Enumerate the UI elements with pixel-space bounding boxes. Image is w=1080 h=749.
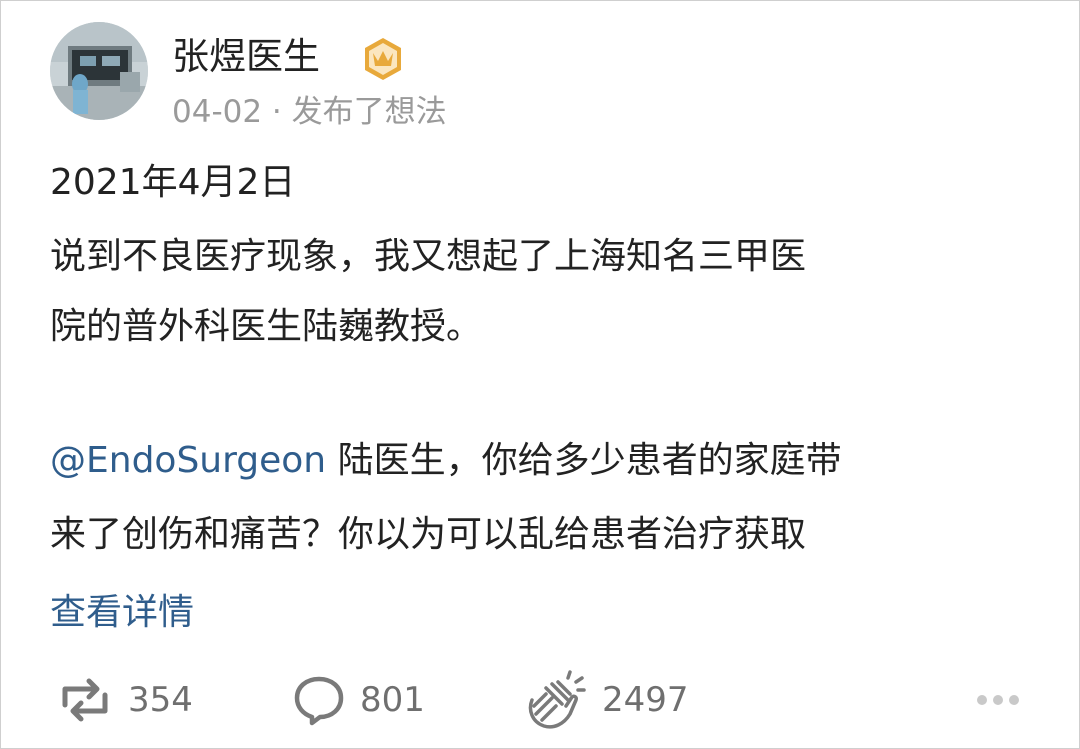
post-text-fragment: 陆医生，你给多少患者的家庭带 [326, 440, 842, 481]
repost-count: 354 [128, 680, 193, 720]
like-button[interactable]: 2497 [522, 670, 689, 729]
author-name[interactable]: 张煜医生 [172, 32, 320, 82]
post-text-line: 说到不良医疗现象，我又想起了上海知名三甲医 [50, 236, 807, 277]
comment-button[interactable]: 801 [292, 672, 425, 728]
post-meta: 04-02 · 发布了想法 [172, 94, 447, 130]
clapping-hands-icon [528, 670, 586, 729]
avatar[interactable] [50, 22, 148, 120]
post-text-line: @EndoSurgeon 陆医生，你给多少患者的家庭带 [50, 436, 1040, 486]
like-count: 2497 [602, 680, 689, 720]
verified-crown-badge-icon [360, 36, 406, 82]
post-text-line: 来了创伤和痛苦？你以为可以乱给患者治疗获取 [50, 514, 807, 555]
comment-bubble-icon [294, 676, 344, 726]
post-text-line: 院的普外科医生陆巍教授。 [50, 306, 483, 347]
read-more-link[interactable]: 查看详情 [50, 588, 194, 638]
repost-icon [62, 678, 108, 722]
comment-count: 801 [360, 680, 425, 720]
more-dots-icon[interactable] [974, 684, 1022, 716]
mention-link[interactable]: @EndoSurgeon [50, 440, 326, 481]
avatar-photo [50, 22, 148, 120]
repost-button[interactable]: 354 [56, 672, 193, 728]
post-date-line: 2021年4月2日 [50, 162, 296, 203]
